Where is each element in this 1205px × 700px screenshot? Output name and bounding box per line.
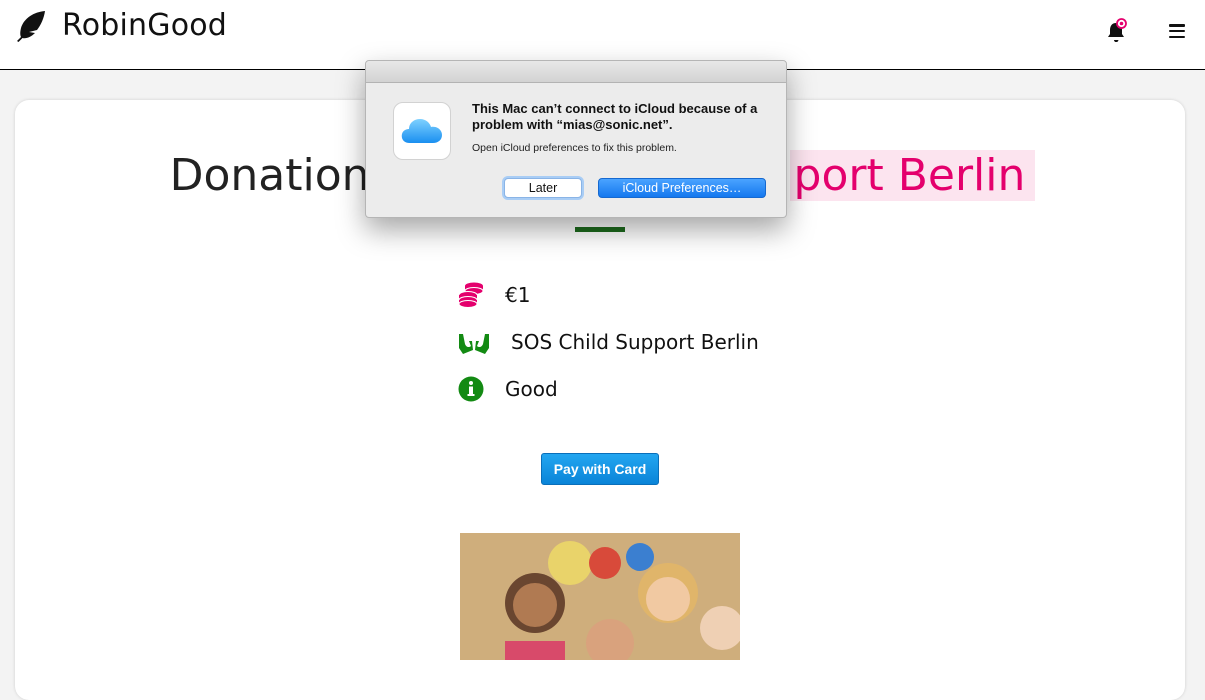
- icloud-preferences-button[interactable]: iCloud Preferences…: [598, 178, 766, 198]
- dialog-informative-text: Open iCloud preferences to fix this prob…: [472, 142, 677, 154]
- title-highlight: port Berlin: [789, 150, 1036, 201]
- rating-row: Good: [457, 375, 558, 403]
- dialog-message: This Mac can’t connect to iCloud because…: [472, 101, 758, 132]
- bell-icon: [1108, 18, 1127, 42]
- rating-value: Good: [505, 377, 558, 401]
- dialog-titlebar[interactable]: [366, 61, 786, 83]
- hamburger-menu-icon[interactable]: [1169, 24, 1185, 39]
- charity-photo: [460, 533, 740, 660]
- brand-logo[interactable]: RobinGood: [14, 8, 227, 43]
- title-underline: [575, 227, 625, 232]
- pay-with-card-button[interactable]: Pay with Card: [541, 453, 659, 485]
- coins-icon: [458, 282, 484, 308]
- app-icon-frame: [393, 102, 451, 160]
- charity-name: SOS Child Support Berlin: [511, 330, 759, 354]
- amount-value: €1: [505, 283, 531, 307]
- charity-row: SOS Child Support Berlin: [457, 328, 759, 356]
- later-button[interactable]: Later: [504, 178, 582, 198]
- title-left: Donation: [169, 150, 370, 201]
- hands-icon: [459, 334, 489, 354]
- icloud-alert-dialog: This Mac can’t connect to iCloud because…: [365, 60, 787, 218]
- brand-name: RobinGood: [62, 8, 228, 43]
- amount-row: €1: [457, 281, 530, 309]
- info-icon: [458, 376, 484, 402]
- feather-icon: [17, 10, 45, 42]
- notifications-button[interactable]: [1104, 18, 1128, 42]
- icloud-icon: [401, 119, 442, 143]
